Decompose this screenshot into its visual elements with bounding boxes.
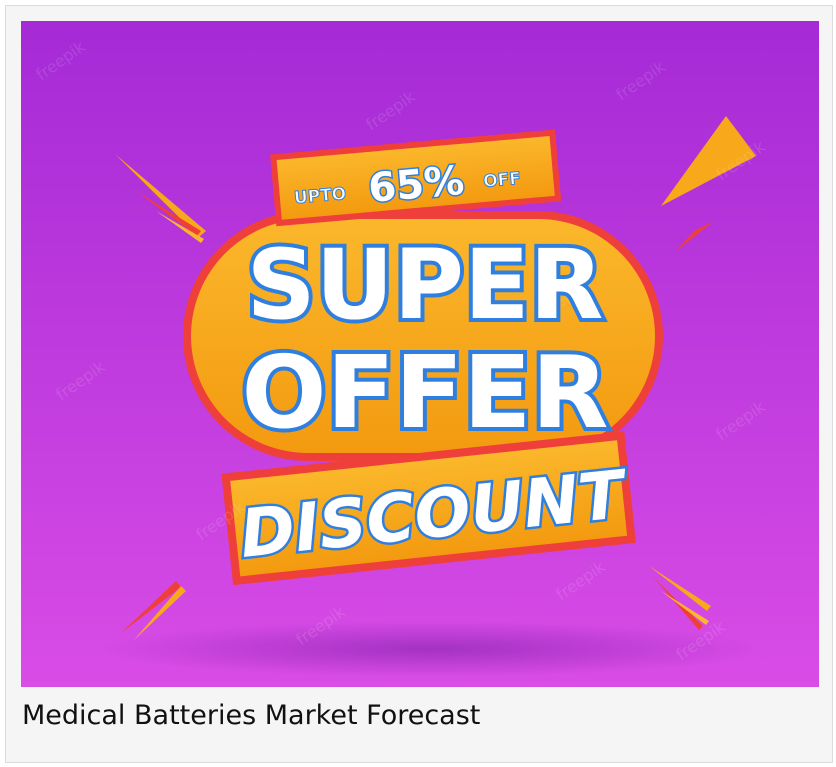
headline-super: SUPER bbox=[247, 229, 604, 341]
discount-percent: 65% bbox=[366, 158, 465, 212]
off-label: OFF bbox=[482, 169, 521, 192]
card-caption: Medical Batteries Market Forecast bbox=[22, 700, 481, 731]
promo-artwork: freepik freepik freepik freepik freepik … bbox=[21, 21, 819, 687]
image-card: freepik freepik freepik freepik freepik … bbox=[5, 5, 833, 763]
headline-offer: OFFER bbox=[242, 334, 609, 451]
floor-shadow bbox=[101, 621, 761, 677]
promo-banner-image[interactable]: freepik freepik freepik freepik freepik … bbox=[21, 21, 819, 687]
